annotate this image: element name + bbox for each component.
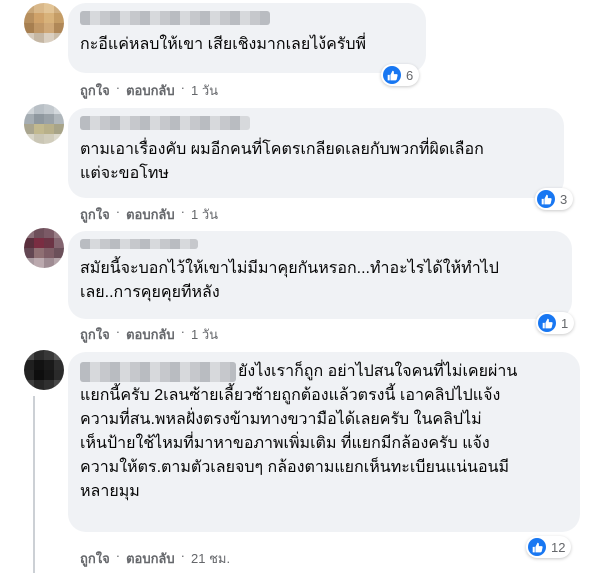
reaction-count: 12 xyxy=(551,539,566,555)
thumbs-up-icon xyxy=(383,66,401,84)
author-name[interactable] xyxy=(80,116,250,130)
like-button[interactable]: ถูกใจ xyxy=(80,204,110,225)
comment-actions: ถูกใจ · ตอบกลับ · 21 ชม. xyxy=(80,548,230,569)
like-button[interactable]: ถูกใจ xyxy=(80,324,110,345)
author-name[interactable] xyxy=(80,239,198,249)
timestamp[interactable]: 1 วัน xyxy=(191,204,218,225)
reaction-badge[interactable]: 6 xyxy=(381,64,420,86)
thumbs-up-icon xyxy=(538,314,556,332)
comment-actions: ถูกใจ · ตอบกลับ · 1 วัน xyxy=(80,324,218,345)
reply-button[interactable]: ตอบกลับ xyxy=(126,80,175,101)
timestamp[interactable]: 1 วัน xyxy=(191,324,218,345)
comment-text: สมัยนี้จะบอกไว้ให้เขาไม่มีมาคุยกันหรอก..… xyxy=(80,260,499,301)
timestamp[interactable]: 1 วัน xyxy=(191,80,218,101)
comment-4: ยังไงเราก็ถูก อย่าไปสนใจคนที่ไม่เคยผ่าน … xyxy=(0,348,600,573)
timestamp[interactable]: 21 ชม. xyxy=(191,548,230,569)
comment-text: กะอีแค่หลบให้เขา เสียเชิงมากเลยไง้ครับพี… xyxy=(80,36,367,53)
comment-bubble: สมัยนี้จะบอกไว้ให้เขาไม่มีมาคุยกันหรอก..… xyxy=(68,231,572,319)
author-name[interactable] xyxy=(80,11,270,25)
like-button[interactable]: ถูกใจ xyxy=(80,80,110,101)
comment-actions: ถูกใจ · ตอบกลับ · 1 วัน xyxy=(80,204,218,225)
comment-2: ตามเอาเรื่องคับ ผมอีกคนที่โคตรเกลียดเลยก… xyxy=(0,104,600,222)
reaction-badge[interactable]: 12 xyxy=(526,536,572,558)
comment-1: กะอีแค่หลบให้เขา เสียเชิงมากเลยไง้ครับพี… xyxy=(0,0,600,98)
reaction-badge[interactable]: 1 xyxy=(536,312,575,334)
thumbs-up-icon xyxy=(528,538,546,556)
reaction-count: 3 xyxy=(560,191,568,207)
comment-3: สมัยนี้จะบอกไว้ให้เขาไม่มีมาคุยกันหรอก..… xyxy=(0,226,600,344)
reply-button[interactable]: ตอบกลับ xyxy=(126,324,175,345)
avatar[interactable] xyxy=(24,104,64,144)
comment-bubble: ตามเอาเรื่องคับ ผมอีกคนที่โคตรเกลียดเลยก… xyxy=(68,108,564,198)
like-button[interactable]: ถูกใจ xyxy=(80,548,110,569)
avatar[interactable] xyxy=(24,3,64,43)
thumbs-up-icon xyxy=(537,190,555,208)
thread-line xyxy=(33,396,35,573)
reaction-count: 1 xyxy=(561,315,569,331)
reply-button[interactable]: ตอบกลับ xyxy=(126,204,175,225)
comment-bubble: กะอีแค่หลบให้เขา เสียเชิงมากเลยไง้ครับพี… xyxy=(68,3,426,73)
comment-text: แยกนี้ครับ 2เลนซ้ายเลี้ยวซ้ายถูกต้องแล้ว… xyxy=(80,387,510,500)
reaction-count: 6 xyxy=(406,67,414,83)
comment-actions: ถูกใจ · ตอบกลับ · 1 วัน xyxy=(80,80,218,101)
comment-text: ตามเอาเรื่องคับ ผมอีกคนที่โคตรเกลียดเลยก… xyxy=(80,141,484,182)
author-name[interactable] xyxy=(80,362,236,382)
reply-button[interactable]: ตอบกลับ xyxy=(126,548,175,569)
comment-text-first-line: ยังไงเราก็ถูก อย่าไปสนใจคนที่ไม่เคยผ่าน xyxy=(238,363,518,380)
reaction-badge[interactable]: 3 xyxy=(535,188,574,210)
comment-bubble: ยังไงเราก็ถูก อย่าไปสนใจคนที่ไม่เคยผ่าน … xyxy=(68,352,580,532)
avatar[interactable] xyxy=(24,228,64,268)
avatar[interactable] xyxy=(24,350,64,390)
